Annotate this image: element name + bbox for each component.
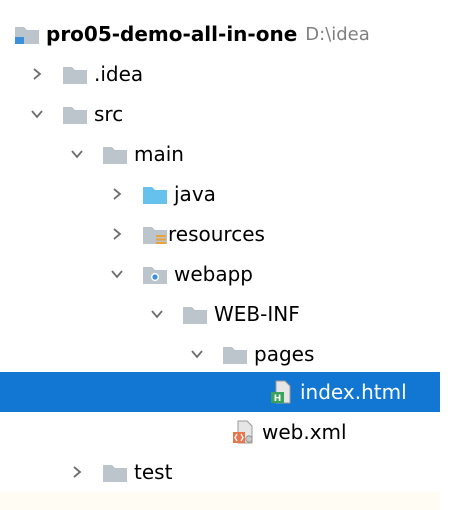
folder-icon: [100, 141, 130, 167]
project-tree: pro05-demo-all-in-one D:\idea .idea src …: [0, 0, 440, 510]
tree-item-label: main: [134, 142, 184, 166]
tree-item-label: test: [134, 460, 173, 484]
chevron-down-icon[interactable]: [148, 303, 166, 325]
tree-item-web-xml[interactable]: web.xml: [0, 412, 440, 452]
svg-text:H: H: [274, 394, 282, 404]
tree-item-label: src: [94, 102, 124, 126]
chevron-right-icon[interactable]: [108, 183, 126, 205]
chevron-down-icon[interactable]: [188, 343, 206, 365]
tree-item-label: java: [174, 182, 216, 206]
chevron-down-icon[interactable]: [108, 263, 126, 285]
tree-item-idea[interactable]: .idea: [0, 54, 440, 94]
folder-icon: [100, 459, 130, 485]
tree-empty-row: [0, 492, 440, 510]
tree-item-index-html[interactable]: H index.html: [0, 372, 440, 412]
tree-item-label: index.html: [300, 380, 407, 404]
tree-item-label: web.xml: [262, 420, 347, 444]
folder-icon: [60, 61, 90, 87]
chevron-right-icon[interactable]: [28, 63, 46, 85]
chevron-down-icon[interactable]: [28, 103, 46, 125]
chevron-right-icon[interactable]: [108, 223, 126, 245]
folder-icon: [60, 101, 90, 127]
tree-item-src[interactable]: src: [0, 94, 440, 134]
tree-item-project-root[interactable]: pro05-demo-all-in-one D:\idea: [0, 14, 440, 54]
project-path: D:\idea: [305, 23, 370, 45]
module-folder-icon: [12, 21, 42, 47]
tree-item-main[interactable]: main: [0, 134, 440, 174]
folder-icon: [180, 301, 210, 327]
tree-item-webapp[interactable]: webapp: [0, 254, 440, 294]
folder-icon: [220, 341, 250, 367]
tree-item-pages[interactable]: pages: [0, 334, 440, 374]
chevron-down-icon[interactable]: [68, 143, 86, 165]
tree-item-label: WEB-INF: [214, 302, 300, 326]
tree-item-label: .idea: [94, 62, 144, 86]
tree-item-resources[interactable]: resources: [0, 214, 440, 254]
html-file-icon: H: [266, 379, 296, 405]
tree-item-label: pages: [254, 342, 315, 366]
web-folder-icon: [140, 261, 170, 287]
resources-folder-icon: [140, 221, 170, 247]
tree-item-test[interactable]: test: [0, 452, 440, 492]
tree-item-web-inf[interactable]: WEB-INF: [0, 294, 440, 334]
tree-item-label: webapp: [174, 262, 254, 286]
xml-file-icon: [228, 419, 258, 445]
source-folder-icon: [140, 181, 170, 207]
tree-item-label: resources: [168, 222, 265, 246]
project-name: pro05-demo-all-in-one: [46, 22, 298, 46]
chevron-right-icon[interactable]: [68, 461, 86, 483]
tree-item-java[interactable]: java: [0, 174, 440, 214]
